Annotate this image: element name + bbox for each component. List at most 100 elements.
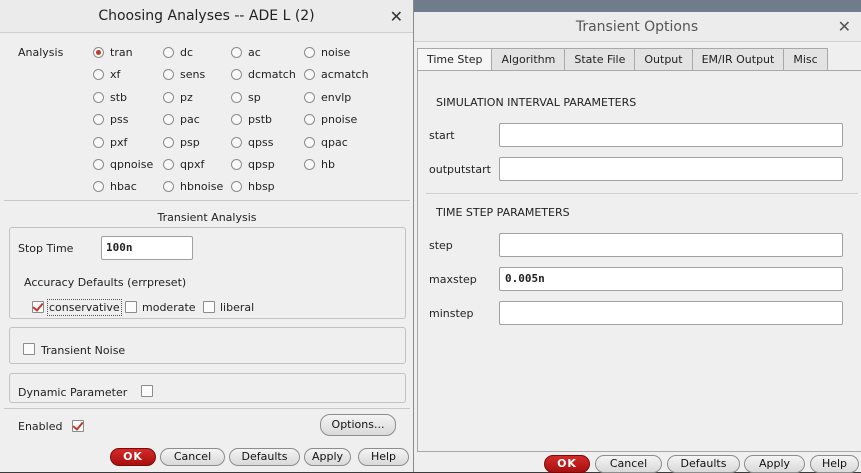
radio-label-qpxf[interactable]: qpxf bbox=[180, 158, 204, 171]
conservative-checkbox[interactable] bbox=[32, 301, 44, 313]
radio-pss[interactable] bbox=[93, 114, 104, 125]
radio-label-pnoise[interactable]: pnoise bbox=[321, 113, 357, 126]
radio-label-stb[interactable]: stb bbox=[110, 91, 127, 104]
radio-label-ac[interactable]: ac bbox=[248, 46, 261, 59]
help-button[interactable]: Help bbox=[358, 448, 409, 466]
apply-button[interactable]: Apply bbox=[744, 455, 805, 473]
step-field[interactable] bbox=[499, 233, 843, 257]
section-title: SIMULATION INTERVAL PARAMETERS bbox=[436, 96, 637, 109]
defaults-button[interactable]: Defaults bbox=[667, 455, 740, 473]
radio-psp[interactable] bbox=[163, 137, 174, 148]
radio-label-pstb[interactable]: pstb bbox=[248, 113, 272, 126]
radio-label-pxf[interactable]: pxf bbox=[110, 136, 127, 149]
cancel-button[interactable]: Cancel bbox=[595, 455, 662, 473]
tab-misc[interactable]: Misc bbox=[783, 48, 828, 70]
radio-qpxf[interactable] bbox=[163, 159, 174, 170]
radio-pz[interactable] bbox=[163, 92, 174, 103]
radio-label-pss[interactable]: pss bbox=[110, 113, 128, 126]
radio-label-qpss[interactable]: qpss bbox=[248, 136, 273, 149]
moderate-checkbox[interactable] bbox=[125, 301, 137, 313]
maxstep-label: maxstep bbox=[429, 273, 477, 286]
radio-tran[interactable] bbox=[93, 47, 104, 58]
radio-xf[interactable] bbox=[93, 69, 104, 80]
transient-options-titlebar[interactable]: Transient Options ✕ bbox=[413, 12, 861, 42]
transient-noise-checkbox[interactable] bbox=[23, 343, 35, 355]
radio-noise[interactable] bbox=[304, 47, 315, 58]
radio-hbsp[interactable] bbox=[231, 181, 242, 192]
transient-options-buttons: OK Cancel Defaults Apply Help bbox=[413, 452, 861, 473]
radio-label-qpnoise[interactable]: qpnoise bbox=[110, 158, 153, 171]
liberal-label[interactable]: liberal bbox=[220, 301, 254, 314]
radio-label-pac[interactable]: pac bbox=[180, 113, 200, 126]
stop-time-field[interactable]: 100n bbox=[101, 236, 193, 260]
close-icon[interactable]: ✕ bbox=[390, 0, 403, 33]
section-title: TIME STEP PARAMETERS bbox=[436, 206, 570, 219]
tab-algorithm[interactable]: Algorithm bbox=[491, 48, 566, 70]
radio-envlp[interactable] bbox=[304, 92, 315, 103]
radio-label-hbsp[interactable]: hbsp bbox=[248, 180, 275, 193]
radio-qpss[interactable] bbox=[231, 137, 242, 148]
radio-label-hbac[interactable]: hbac bbox=[110, 180, 137, 193]
radio-label-tran[interactable]: tran bbox=[110, 46, 133, 59]
tab-state-file[interactable]: State File bbox=[564, 48, 636, 70]
radio-label-hb[interactable]: hb bbox=[321, 158, 335, 171]
radio-label-envlp[interactable]: envlp bbox=[321, 91, 351, 104]
cancel-button[interactable]: Cancel bbox=[160, 448, 225, 466]
radio-hbac[interactable] bbox=[93, 181, 104, 192]
radio-label-pz[interactable]: pz bbox=[180, 91, 193, 104]
radio-sp[interactable] bbox=[231, 92, 242, 103]
radio-label-dcmatch[interactable]: dcmatch bbox=[248, 68, 296, 81]
radio-label-psp[interactable]: psp bbox=[180, 136, 200, 149]
divider bbox=[426, 193, 858, 194]
help-button[interactable]: Help bbox=[810, 455, 859, 473]
transient-noise-label[interactable]: Transient Noise bbox=[41, 344, 125, 357]
dynamic-parameter-checkbox[interactable] bbox=[141, 385, 153, 397]
enabled-checkbox[interactable] bbox=[72, 420, 84, 432]
minstep-field[interactable] bbox=[499, 301, 843, 325]
window-title: Transient Options bbox=[575, 19, 699, 35]
radio-qpnoise[interactable] bbox=[93, 159, 104, 170]
tab-output[interactable]: Output bbox=[634, 48, 693, 70]
radio-acmatch[interactable] bbox=[304, 69, 315, 80]
outputstart-field[interactable] bbox=[499, 157, 843, 181]
radio-label-noise[interactable]: noise bbox=[321, 46, 350, 59]
radio-label-hbnoise[interactable]: hbnoise bbox=[180, 180, 223, 193]
ok-button[interactable]: OK bbox=[544, 455, 590, 473]
radio-qpac[interactable] bbox=[304, 137, 315, 148]
radio-hbnoise[interactable] bbox=[163, 181, 174, 192]
radio-label-xf[interactable]: xf bbox=[110, 68, 120, 81]
radio-dc[interactable] bbox=[163, 47, 174, 58]
radio-stb[interactable] bbox=[93, 92, 104, 103]
defaults-button[interactable]: Defaults bbox=[229, 448, 300, 466]
radio-label-sp[interactable]: sp bbox=[248, 91, 261, 104]
conservative-label[interactable]: conservative bbox=[47, 299, 122, 316]
radio-label-qpac[interactable]: qpac bbox=[321, 136, 348, 149]
start-field[interactable] bbox=[499, 123, 843, 147]
radio-label-dc[interactable]: dc bbox=[180, 46, 193, 59]
tab-em-ir-output[interactable]: EM/IR Output bbox=[691, 48, 785, 70]
radio-pstb[interactable] bbox=[231, 114, 242, 125]
apply-button[interactable]: Apply bbox=[304, 448, 351, 466]
section-title: Transient Analysis bbox=[157, 211, 257, 224]
maxstep-field[interactable]: 0.005n bbox=[499, 267, 843, 291]
options-button[interactable]: Options... bbox=[320, 414, 396, 436]
radio-pxf[interactable] bbox=[93, 137, 104, 148]
radio-label-sens[interactable]: sens bbox=[180, 68, 205, 81]
analysis-label: Analysis bbox=[18, 46, 64, 59]
radio-sens[interactable] bbox=[163, 69, 174, 80]
moderate-label[interactable]: moderate bbox=[142, 301, 196, 314]
radio-label-qpsp[interactable]: qpsp bbox=[248, 158, 275, 171]
window-title: Choosing Analyses -- ADE L (2) bbox=[98, 8, 315, 24]
radio-pac[interactable] bbox=[163, 114, 174, 125]
liberal-checkbox[interactable] bbox=[203, 301, 215, 313]
radio-hb[interactable] bbox=[304, 159, 315, 170]
radio-label-acmatch[interactable]: acmatch bbox=[321, 68, 369, 81]
ok-button[interactable]: OK bbox=[110, 448, 156, 466]
choosing-analyses-titlebar[interactable]: Choosing Analyses -- ADE L (2) ✕ bbox=[0, 0, 413, 33]
radio-dcmatch[interactable] bbox=[231, 69, 242, 80]
radio-qpsp[interactable] bbox=[231, 159, 242, 170]
tab-time-step[interactable]: Time Step bbox=[417, 48, 493, 70]
radio-ac[interactable] bbox=[231, 47, 242, 58]
close-icon[interactable]: ✕ bbox=[838, 12, 851, 42]
radio-pnoise[interactable] bbox=[304, 114, 315, 125]
